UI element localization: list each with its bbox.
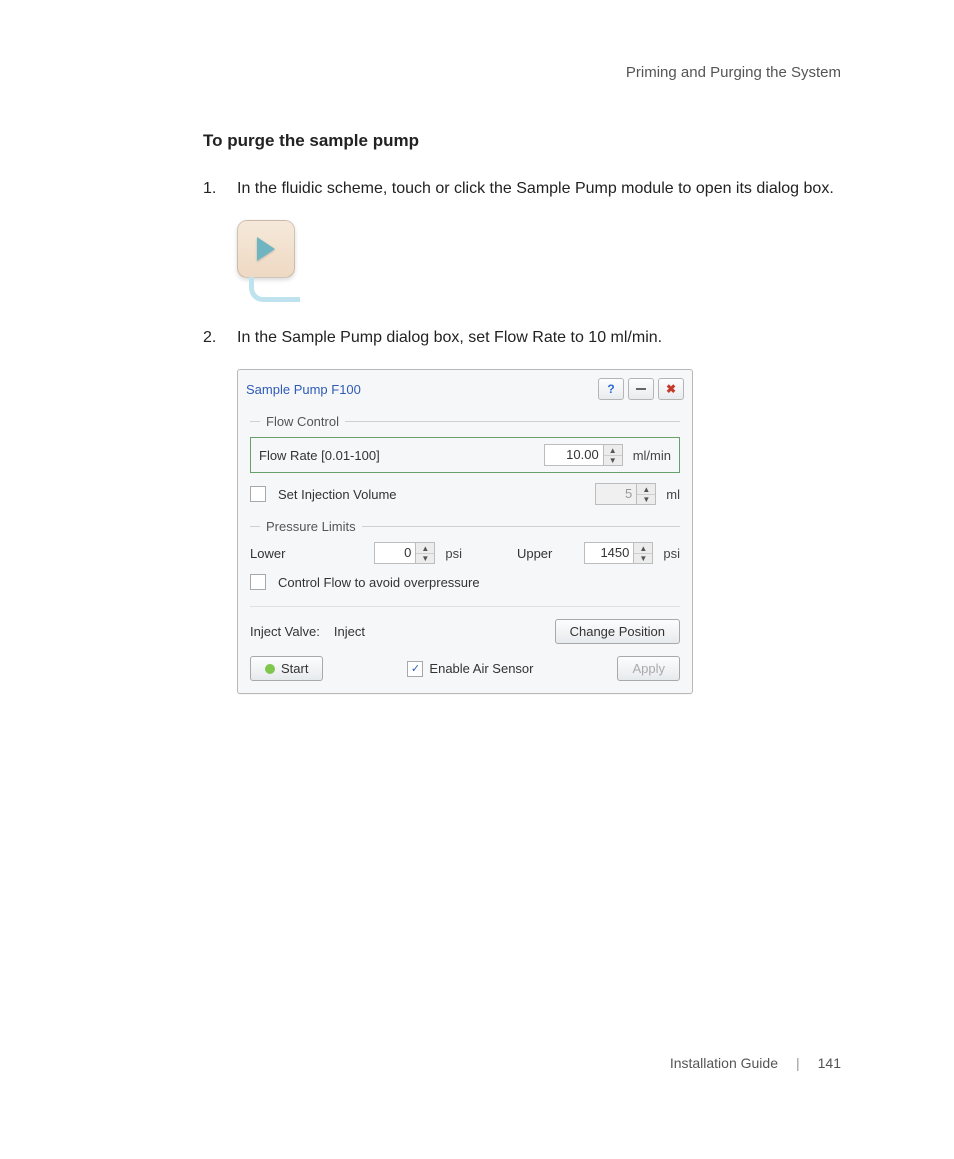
- pressure-upper-unit: psi: [663, 546, 680, 561]
- dialog-title: Sample Pump F100: [246, 382, 594, 397]
- start-button[interactable]: Start: [250, 656, 323, 681]
- spinner-up-icon: ▲: [637, 484, 655, 495]
- inject-valve-value: Inject: [334, 624, 365, 639]
- pressure-lower-value[interactable]: 0: [374, 542, 415, 564]
- step-2: 2. In the Sample Pump dialog box, set Fl…: [203, 326, 843, 349]
- injection-volume-value: 5: [595, 483, 636, 505]
- spinner-up-icon[interactable]: ▲: [416, 543, 434, 554]
- running-header: Priming and Purging the System: [626, 64, 841, 81]
- flow-rate-unit: ml/min: [633, 448, 671, 463]
- apply-button: Apply: [617, 656, 680, 681]
- step-1: 1. In the fluidic scheme, touch or click…: [203, 177, 843, 200]
- sample-pump-dialog: Sample Pump F100 ? ✖ Flow Control Flow R…: [237, 369, 693, 694]
- overpressure-row: ✓ Control Flow to avoid overpressure: [250, 574, 680, 590]
- flow-rate-value[interactable]: 10.00: [544, 444, 603, 466]
- overpressure-label: Control Flow to avoid overpressure: [278, 575, 480, 590]
- injection-volume-spinner: 5 ▲▼: [595, 483, 656, 505]
- inject-valve-row: Inject Valve: Inject Change Position: [250, 619, 680, 644]
- flow-rate-row: Flow Rate [0.01-100] 10.00 ▲▼ ml/min: [250, 437, 680, 473]
- flow-rate-label: Flow Rate [0.01-100]: [259, 448, 538, 463]
- pressure-limits-legend: Pressure Limits: [250, 519, 680, 534]
- flow-control-legend: Flow Control: [250, 414, 680, 429]
- pressure-upper-value[interactable]: 1450: [584, 542, 633, 564]
- pressure-upper-label: Upper: [517, 546, 552, 561]
- minimize-button[interactable]: [628, 378, 654, 400]
- play-icon: [257, 237, 275, 261]
- step-text: In the fluidic scheme, touch or click th…: [237, 177, 843, 200]
- spinner-down-icon[interactable]: ▼: [416, 554, 434, 564]
- injection-volume-unit: ml: [666, 487, 680, 502]
- spinner-down-icon[interactable]: ▼: [634, 554, 652, 564]
- step-number: 2.: [203, 326, 237, 349]
- overpressure-checkbox[interactable]: ✓: [250, 574, 266, 590]
- page-footer: Installation Guide | 141: [670, 1055, 841, 1071]
- spinner-up-icon[interactable]: ▲: [634, 543, 652, 554]
- enable-air-sensor-label: Enable Air Sensor: [429, 661, 533, 676]
- spinner-down-icon[interactable]: ▼: [604, 456, 622, 466]
- injection-volume-row: ✓ Set Injection Volume 5 ▲▼ ml: [250, 483, 680, 505]
- pressure-lower-label: Lower: [250, 546, 285, 561]
- spinner-down-icon: ▼: [637, 495, 655, 505]
- pressure-limits-row: Lower 0 ▲▼ psi Upper 14: [250, 542, 680, 564]
- change-position-button[interactable]: Change Position: [555, 619, 680, 644]
- inject-valve-label: Inject Valve:: [250, 624, 320, 639]
- enable-air-sensor-checkbox[interactable]: ✓: [407, 661, 423, 677]
- sample-pump-module-icon[interactable]: [237, 220, 301, 300]
- footer-guide-name: Installation Guide: [670, 1055, 778, 1071]
- step-number: 1.: [203, 177, 237, 200]
- divider: [250, 606, 680, 607]
- spinner-up-icon[interactable]: ▲: [604, 445, 622, 456]
- minimize-icon: [636, 388, 646, 390]
- help-button[interactable]: ?: [598, 378, 624, 400]
- pressure-lower-spinner[interactable]: 0 ▲▼: [374, 542, 435, 564]
- step-text: In the Sample Pump dialog box, set Flow …: [237, 326, 843, 349]
- page-number: 141: [818, 1055, 841, 1071]
- start-status-icon: [265, 664, 275, 674]
- injection-volume-label: Set Injection Volume: [278, 487, 589, 502]
- close-button[interactable]: ✖: [658, 378, 684, 400]
- pressure-upper-spinner[interactable]: 1450 ▲▼: [584, 542, 653, 564]
- flow-rate-spinner[interactable]: 10.00 ▲▼: [544, 444, 623, 466]
- dialog-titlebar: Sample Pump F100 ? ✖: [238, 370, 692, 402]
- footer-separator: |: [796, 1055, 800, 1071]
- injection-volume-checkbox[interactable]: ✓: [250, 486, 266, 502]
- pressure-lower-unit: psi: [445, 546, 462, 561]
- section-title: To purge the sample pump: [203, 131, 843, 151]
